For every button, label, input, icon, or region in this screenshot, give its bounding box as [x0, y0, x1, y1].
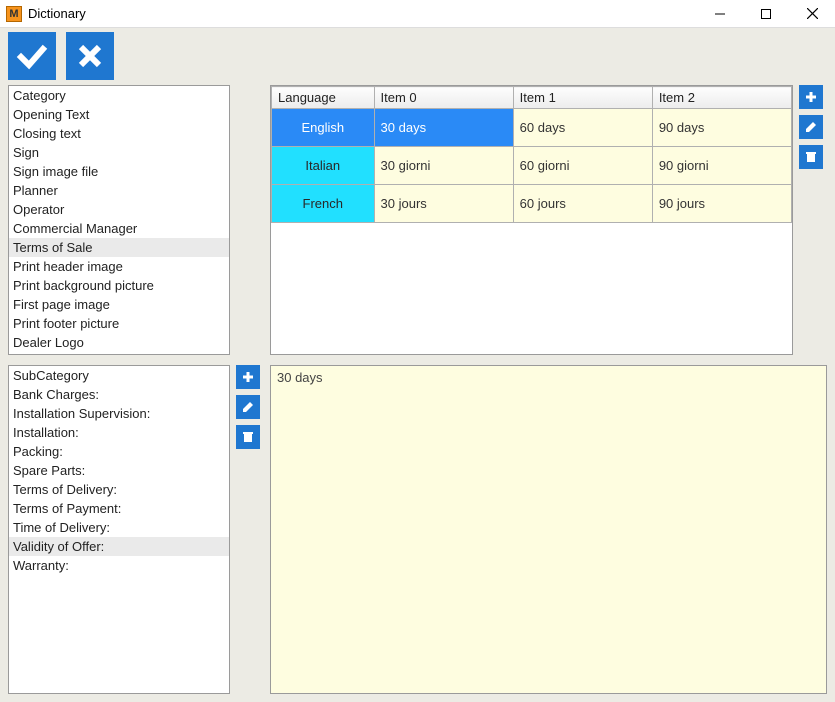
grid-add-button[interactable]: [799, 85, 823, 109]
title-bar: M Dictionary: [0, 0, 835, 28]
list-item[interactable]: Validity of Offer:: [9, 537, 229, 556]
ok-button[interactable]: [8, 32, 56, 80]
subcategory-edit-button[interactable]: [236, 395, 260, 419]
trash-icon: [804, 150, 818, 164]
list-item[interactable]: Terms of Sale: [9, 238, 229, 257]
plus-icon: [241, 370, 255, 384]
column-header[interactable]: Language: [272, 87, 375, 109]
list-item[interactable]: Print background picture: [9, 276, 229, 295]
subcategory-panel: SubCategoryBank Charges:Installation Sup…: [8, 365, 230, 694]
data-cell[interactable]: 90 days: [652, 109, 791, 147]
pencil-icon: [241, 400, 255, 414]
minimize-button[interactable]: [697, 0, 743, 28]
app-logo-icon: M: [6, 6, 22, 22]
data-cell[interactable]: 60 jours: [513, 185, 652, 223]
list-item[interactable]: Terms of Payment:: [9, 499, 229, 518]
table-row: French30 jours60 jours90 jours: [272, 185, 792, 223]
data-cell[interactable]: 90 giorni: [652, 147, 791, 185]
data-cell[interactable]: 30 jours: [374, 185, 513, 223]
list-item[interactable]: Installation Supervision:: [9, 404, 229, 423]
toolbar: [0, 28, 835, 83]
language-cell[interactable]: English: [272, 109, 375, 147]
table-row: English30 days60 days90 days: [272, 109, 792, 147]
data-cell[interactable]: 60 giorni: [513, 147, 652, 185]
category-header: Category: [9, 86, 229, 105]
list-item[interactable]: Closing text: [9, 124, 229, 143]
list-item[interactable]: Spare Parts:: [9, 461, 229, 480]
list-item[interactable]: Operator: [9, 200, 229, 219]
minimize-icon: [715, 9, 725, 19]
list-item[interactable]: Print header image: [9, 257, 229, 276]
list-item[interactable]: Print footer picture: [9, 314, 229, 333]
detail-panel[interactable]: 30 days: [270, 365, 827, 694]
data-cell[interactable]: 90 jours: [652, 185, 791, 223]
translation-grid-panel: LanguageItem 0Item 1Item 2English30 days…: [270, 85, 793, 355]
subcategory-list[interactable]: SubCategoryBank Charges:Installation Sup…: [9, 366, 229, 693]
list-item[interactable]: Time of Delivery:: [9, 518, 229, 537]
detail-text: 30 days: [277, 370, 323, 385]
plus-icon: [804, 90, 818, 104]
column-header[interactable]: Item 0: [374, 87, 513, 109]
subcategory-actions: [236, 365, 264, 449]
list-item[interactable]: Sign: [9, 143, 229, 162]
grid-actions: [799, 85, 827, 169]
x-icon: [73, 39, 107, 73]
cancel-button[interactable]: [66, 32, 114, 80]
subcategory-add-button[interactable]: [236, 365, 260, 389]
check-icon: [15, 39, 49, 73]
close-icon: [807, 8, 818, 19]
language-cell[interactable]: Italian: [272, 147, 375, 185]
list-item[interactable]: Commercial Manager: [9, 219, 229, 238]
list-item[interactable]: Sign image file: [9, 162, 229, 181]
grid-edit-button[interactable]: [799, 115, 823, 139]
list-item[interactable]: Warranty:: [9, 556, 229, 575]
subcategory-header: SubCategory: [9, 366, 229, 385]
maximize-button[interactable]: [743, 0, 789, 28]
category-panel: CategoryOpening TextClosing textSignSign…: [8, 85, 230, 355]
list-item[interactable]: Order Type: [9, 352, 229, 354]
list-item[interactable]: Installation:: [9, 423, 229, 442]
data-cell[interactable]: 30 giorni: [374, 147, 513, 185]
pencil-icon: [804, 120, 818, 134]
grid-delete-button[interactable]: [799, 145, 823, 169]
list-item[interactable]: Dealer Logo: [9, 333, 229, 352]
list-item[interactable]: Bank Charges:: [9, 385, 229, 404]
table-row: Italian30 giorni60 giorni90 giorni: [272, 147, 792, 185]
close-button[interactable]: [789, 0, 835, 28]
trash-icon: [241, 430, 255, 444]
column-header[interactable]: Item 2: [652, 87, 791, 109]
subcategory-delete-button[interactable]: [236, 425, 260, 449]
data-cell[interactable]: 30 days: [374, 109, 513, 147]
column-header[interactable]: Item 1: [513, 87, 652, 109]
maximize-icon: [761, 9, 771, 19]
translation-grid[interactable]: LanguageItem 0Item 1Item 2English30 days…: [271, 86, 792, 223]
language-cell[interactable]: French: [272, 185, 375, 223]
list-item[interactable]: Packing:: [9, 442, 229, 461]
category-list[interactable]: CategoryOpening TextClosing textSignSign…: [9, 86, 229, 354]
list-item[interactable]: Terms of Delivery:: [9, 480, 229, 499]
list-item[interactable]: Opening Text: [9, 105, 229, 124]
data-cell[interactable]: 60 days: [513, 109, 652, 147]
list-item[interactable]: First page image: [9, 295, 229, 314]
window-title: Dictionary: [28, 6, 86, 21]
list-item[interactable]: Planner: [9, 181, 229, 200]
